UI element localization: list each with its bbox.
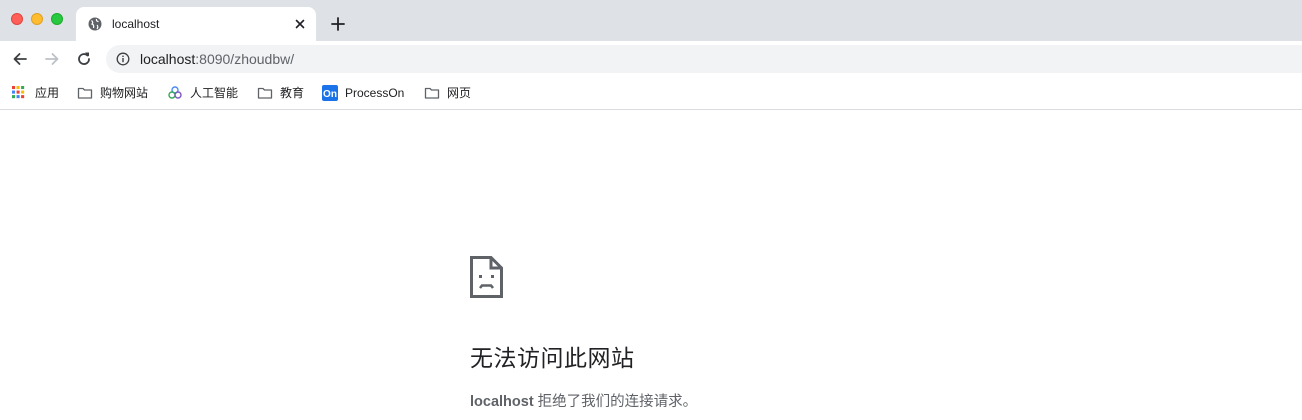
close-tab-icon[interactable] (292, 16, 308, 32)
url-text[interactable]: localhost:8090/zhoudbw/ (140, 51, 294, 67)
url-path: :8090/zhoudbw/ (195, 51, 295, 67)
processon-logo-icon: On (322, 85, 338, 101)
processon-badge: On (323, 89, 337, 100)
error-host: localhost (470, 394, 534, 410)
new-tab-button[interactable] (328, 14, 348, 34)
error-page: 无法访问此网站 localhost 拒绝了我们的连接请求。 (0, 110, 1302, 420)
bookmark-webpages[interactable]: 网页 (424, 83, 471, 103)
error-message: 拒绝了我们的连接请求。 (533, 394, 698, 410)
url-host: localhost (140, 51, 196, 67)
minimize-window-button[interactable] (31, 13, 43, 25)
bookmarks-bar: 应用 购物网站 人工智能 教育 On ProcessOn 网页 (0, 77, 1302, 110)
bookmark-label: 人工智能 (190, 86, 239, 100)
error-description: localhost 拒绝了我们的连接请求。 (470, 393, 697, 411)
browser-window: localhost localhost:8090/zhoudbw/ 应用 购物网… (0, 0, 1302, 420)
apps-grid-icon (12, 86, 25, 99)
bookmark-label: 教育 (280, 86, 305, 100)
close-window-button[interactable] (11, 13, 23, 25)
toolbar: localhost:8090/zhoudbw/ (0, 41, 1302, 77)
bookmark-label: ProcessOn (345, 86, 405, 100)
bookmark-education[interactable]: 教育 (257, 83, 304, 103)
bookmark-processon[interactable]: On ProcessOn (322, 83, 404, 103)
sad-document-icon (470, 256, 503, 298)
info-icon[interactable] (116, 52, 130, 66)
folder-icon (77, 87, 93, 99)
error-title: 无法访问此网站 (470, 345, 635, 371)
address-bar[interactable]: localhost:8090/zhoudbw/ (106, 45, 1302, 73)
ai-logo-icon (168, 86, 182, 99)
bookmark-ai[interactable]: 人工智能 (167, 83, 238, 103)
reload-icon[interactable] (74, 49, 94, 69)
folder-icon (424, 87, 440, 99)
tab-strip: localhost (0, 0, 1302, 41)
maximize-window-button[interactable] (51, 13, 63, 25)
globe-icon (88, 17, 102, 31)
bookmark-label: 应用 (35, 86, 60, 100)
back-arrow-icon[interactable] (10, 49, 30, 69)
forward-arrow-icon[interactable] (42, 49, 62, 69)
folder-icon (257, 87, 273, 99)
bookmark-shopping[interactable]: 购物网站 (77, 83, 148, 103)
bookmark-apps[interactable]: 应用 (12, 83, 59, 103)
tab-title: localhost (112, 17, 160, 31)
tab-localhost[interactable]: localhost (76, 7, 316, 41)
bookmark-label: 网页 (447, 86, 472, 100)
bookmark-label: 购物网站 (100, 86, 149, 100)
